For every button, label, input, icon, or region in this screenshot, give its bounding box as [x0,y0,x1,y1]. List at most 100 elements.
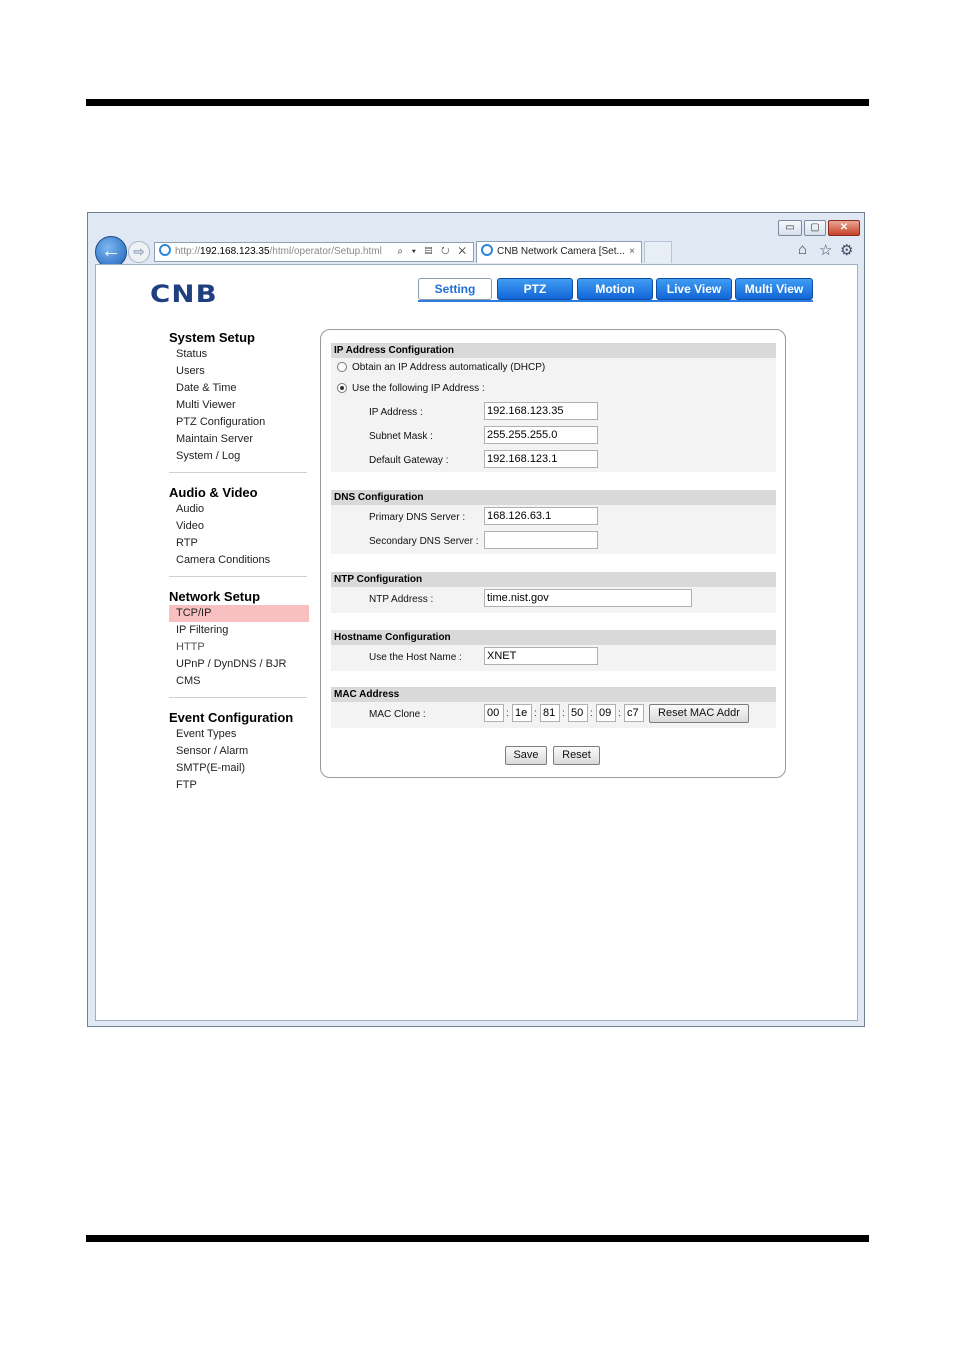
sidebar-divider [169,472,307,473]
nav-motion[interactable]: Motion [577,278,653,300]
mac-address-section: MAC Address MAC Clone : : : : : : [331,687,776,728]
mac-clone-label: MAC Clone : [369,709,426,720]
section-heading: MAC Address [331,687,776,702]
mac-octet-input[interactable] [484,704,504,722]
section-heading: DNS Configuration [331,490,776,505]
dns-config-section: DNS Configuration Primary DNS Server : S… [331,490,776,554]
mac-octet-input[interactable] [624,704,644,722]
subnet-mask-input[interactable] [484,426,598,444]
tcpip-settings-panel: IP Address Configuration Obtain an IP Ad… [320,329,786,778]
save-button[interactable]: Save [505,746,547,765]
reset-button[interactable]: Reset [553,746,600,765]
sidebar-item-video[interactable]: Video [169,518,309,535]
ie-logo-icon [159,244,171,256]
dhcp-radio[interactable] [337,362,347,372]
address-prefix: http:// [175,246,201,257]
sidebar-item-ip-filtering[interactable]: IP Filtering [169,622,309,639]
sidebar-item-users[interactable]: Users [169,363,309,380]
section-heading: IP Address Configuration [331,343,776,358]
sidebar-divider [169,576,307,577]
sidebar-item-maintain-server[interactable]: Maintain Server [169,431,309,448]
sidebar-item-ftp[interactable]: FTP [169,777,309,794]
mac-separator: : [562,708,565,719]
mac-octet-input[interactable] [540,704,560,722]
address-bar[interactable]: http://192.168.123.35/html/operator/Setu… [154,242,474,262]
mac-octet-input[interactable] [512,704,532,722]
ntp-address-label: NTP Address : [369,594,434,605]
sidebar-item-upnp-dyndns[interactable]: UPnP / DynDNS / BJR [169,656,309,673]
sidebar-item-camera-conditions[interactable]: Camera Conditions [169,552,309,569]
nav-ptz[interactable]: PTZ [497,278,573,300]
default-gateway-input[interactable] [484,450,598,468]
nav-multi-view[interactable]: Multi View [735,278,813,300]
tools-gear-icon[interactable]: ⚙ [840,241,853,259]
close-button[interactable]: ✕ [828,220,860,236]
page-viewport: CNB Setting PTZ Motion Live View Multi V… [95,264,858,1021]
browser-tab[interactable]: CNB Network Camera [Set... × [476,241,642,263]
home-icon[interactable]: ⌂ [798,241,807,258]
hostname-label: Use the Host Name : [369,652,462,663]
sidebar-item-status[interactable]: Status [169,346,309,363]
dhcp-label: Obtain an IP Address automatically (DHCP… [352,362,546,373]
sidebar-item-audio[interactable]: Audio [169,501,309,518]
mac-separator: : [506,708,509,719]
maximize-button[interactable]: ▢ [804,220,826,236]
ip-address-input[interactable] [484,402,598,420]
page-top-rule [86,99,869,106]
mac-octet-input[interactable] [568,704,588,722]
section-network-setup: Network Setup [169,589,261,604]
sidebar-item-date-time[interactable]: Date & Time [169,380,309,397]
browser-window: ▭ ▢ ✕ ← ⇨ http://192.168.123.35/html/ope… [87,212,865,1027]
nav-setting[interactable]: Setting [418,278,492,300]
nav-underline [418,300,813,302]
favorites-star-icon[interactable]: ☆ [819,241,832,259]
tab-close-icon[interactable]: × [629,242,635,262]
ntp-address-input[interactable] [484,589,692,607]
section-audio-video: Audio & Video [169,485,258,500]
default-gateway-label: Default Gateway : [369,455,449,466]
nav-live-view[interactable]: Live View [656,278,732,300]
tab-ie-logo-icon [481,244,493,256]
mac-octet-input[interactable] [596,704,616,722]
mac-separator: : [590,708,593,719]
sidebar-item-multi-viewer[interactable]: Multi Viewer [169,397,309,414]
subnet-mask-label: Subnet Mask : [369,431,433,442]
hostname-config-section: Hostname Configuration Use the Host Name… [331,630,776,671]
sidebar-item-event-types[interactable]: Event Types [169,726,309,743]
section-heading: NTP Configuration [331,572,776,587]
secondary-dns-label: Secondary DNS Server : [369,536,479,547]
section-event-configuration: Event Configuration [169,710,294,725]
section-system-setup: System Setup [169,330,255,345]
sidebar-item-http[interactable]: HTTP [169,639,309,656]
address-path: /html/operator/Setup.html [269,246,382,257]
sidebar-item-smtp[interactable]: SMTP(E-mail) [169,760,309,777]
page-bottom-rule [86,1235,869,1242]
sidebar-item-cms[interactable]: CMS [169,673,309,690]
minimize-button[interactable]: ▭ [778,220,802,236]
ip-address-label: IP Address : [369,407,423,418]
sidebar-item-tcp-ip[interactable]: TCP/IP [169,605,309,622]
ip-config-section: IP Address Configuration Obtain an IP Ad… [331,343,776,472]
sidebar-item-ptz-configuration[interactable]: PTZ Configuration [169,414,309,431]
mac-separator: : [534,708,537,719]
new-tab-button[interactable] [644,241,672,263]
sidebar-item-sensor-alarm[interactable]: Sensor / Alarm [169,743,309,760]
primary-dns-input[interactable] [484,507,598,525]
sidebar-divider [169,697,307,698]
secondary-dns-input[interactable] [484,531,598,549]
primary-dns-label: Primary DNS Server : [369,512,466,523]
forward-arrow-icon[interactable]: ⇨ [128,241,150,263]
sidebar-item-rtp[interactable]: RTP [169,535,309,552]
tab-title: CNB Network Camera [Set... [497,246,625,257]
sidebar-item-system-log[interactable]: System / Log [169,448,309,465]
reset-mac-button[interactable]: Reset MAC Addr [649,704,749,723]
mac-separator: : [618,708,621,719]
address-host: 192.168.123.35 [200,246,270,257]
address-tools-icons[interactable]: ⌕ ▾ ▤ ↻ ✕ [397,243,469,261]
section-heading: Hostname Configuration [331,630,776,645]
cnb-logo: CNB [150,280,218,308]
ntp-config-section: NTP Configuration NTP Address : [331,572,776,613]
static-ip-label: Use the following IP Address : [352,383,485,394]
static-ip-radio[interactable] [337,383,347,393]
hostname-input[interactable] [484,647,598,665]
